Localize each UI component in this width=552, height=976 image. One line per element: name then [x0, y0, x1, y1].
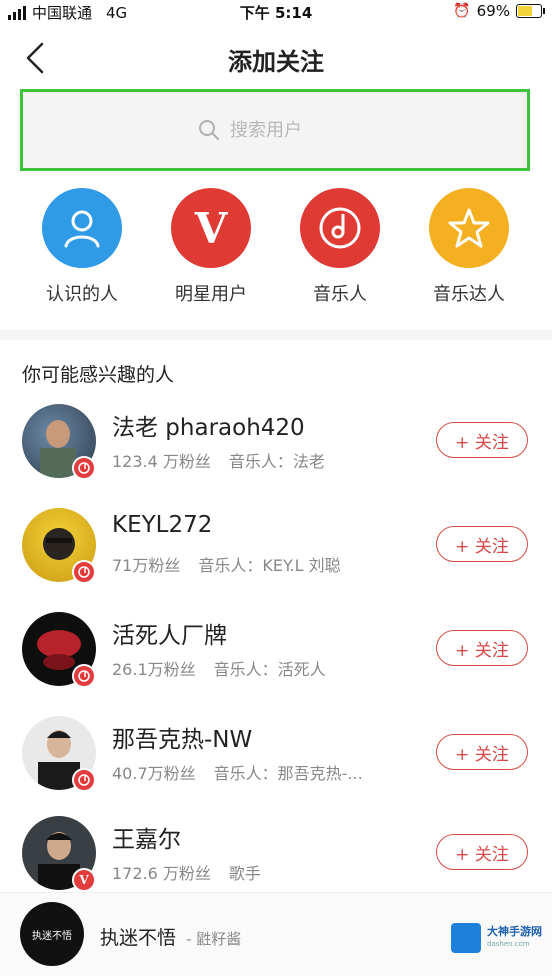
category-row: 认识的人 V 明星用户 音乐人 音乐达人: [0, 188, 552, 308]
category-label: 音乐达人: [433, 284, 505, 305]
list-item[interactable]: 法老 pharaoh420 123.4 万粉丝 音乐人：法老 + 关注: [0, 404, 552, 504]
user-tag: 音乐人：那吾克热-...: [213, 764, 363, 783]
v-icon: V: [171, 188, 251, 268]
user-name: 法老 pharaoh420: [112, 415, 305, 441]
category-musicians[interactable]: 音乐人: [276, 188, 404, 306]
watermark: 大神手游网 dashen.com: [451, 923, 542, 953]
search-icon: [199, 120, 219, 140]
user-meta: 172.6 万粉丝 歌手: [112, 860, 261, 884]
alarm-icon: ⏰: [453, 3, 471, 19]
user-tag: 音乐人：法老: [228, 452, 325, 471]
user-tag: 音乐人：活死人: [213, 660, 326, 679]
status-bar: 中国联通 4G 下午 5:14 ⏰ 69%: [0, 0, 552, 24]
musician-badge-icon: [72, 456, 96, 480]
category-label: 认识的人: [46, 284, 118, 305]
follow-button[interactable]: + 关注: [436, 734, 528, 770]
list-item[interactable]: 活死人厂牌 26.1万粉丝 音乐人：活死人 + 关注: [0, 612, 552, 712]
fans-count: 40.7万粉丝: [112, 764, 196, 783]
follow-button[interactable]: + 关注: [436, 422, 528, 458]
watermark-name: 大神手游网: [487, 925, 542, 938]
navigation-bar: 添加关注: [0, 28, 552, 88]
follow-button[interactable]: + 关注: [436, 630, 528, 666]
section-divider: [0, 330, 552, 340]
note-circle-icon: [300, 188, 380, 268]
watermark-logo-icon: [451, 923, 481, 953]
fans-count: 26.1万粉丝: [112, 660, 196, 679]
user-meta: 40.7万粉丝 音乐人：那吾克热-...: [112, 760, 363, 784]
user-meta: 26.1万粉丝 音乐人：活死人: [112, 656, 326, 680]
now-playing[interactable]: 执迷不悟 - 鼪籽酱: [100, 923, 241, 950]
category-label: 明星用户: [175, 284, 247, 305]
category-label: 音乐人: [313, 284, 367, 305]
user-name: 活死人厂牌: [112, 623, 227, 649]
song-artist: - 鼪籽酱: [186, 930, 242, 948]
category-acquaintances[interactable]: 认识的人: [18, 188, 146, 306]
musician-badge-icon: [72, 768, 96, 792]
verified-v-badge-icon: V: [72, 868, 96, 892]
user-meta: 71万粉丝 音乐人：KEY.L 刘聪: [112, 552, 341, 576]
musician-badge-icon: [72, 664, 96, 688]
follow-button[interactable]: + 关注: [436, 834, 528, 870]
song-title: 执迷不悟: [100, 927, 177, 949]
category-celebrities[interactable]: V 明星用户: [147, 188, 275, 306]
musician-badge-icon: [72, 560, 96, 584]
list-item[interactable]: KEYL272 71万粉丝 音乐人：KEY.L 刘聪 + 关注: [0, 508, 552, 608]
page-title: 添加关注: [228, 48, 324, 76]
star-icon: [429, 188, 509, 268]
user-name: 那吾克热-NW: [112, 727, 253, 753]
user-name: KEYL272: [112, 512, 213, 538]
watermark-url: dashen.com: [487, 940, 530, 948]
user-tag: 歌手: [228, 864, 261, 883]
section-title: 你可能感兴趣的人: [22, 364, 175, 386]
battery-percent: 69%: [476, 2, 510, 20]
search-highlight: [20, 89, 530, 171]
search-input[interactable]: [228, 118, 352, 142]
user-tag: 音乐人：KEY.L 刘聪: [198, 556, 341, 575]
user-meta: 123.4 万粉丝 音乐人：法老: [112, 448, 325, 472]
fans-count: 123.4 万粉丝: [112, 452, 211, 471]
person-icon: [42, 188, 122, 268]
list-item[interactable]: 那吾克热-NW 40.7万粉丝 音乐人：那吾克热-... + 关注: [0, 716, 552, 816]
battery-icon: [516, 4, 545, 18]
fans-count: 71万粉丝: [112, 556, 181, 575]
follow-button[interactable]: + 关注: [436, 526, 528, 562]
category-music-experts[interactable]: 音乐达人: [405, 188, 533, 306]
search-box[interactable]: [31, 104, 519, 156]
mini-player[interactable]: 执迷不悟 执迷不悟 - 鼪籽酱 大神手游网 dashen.com: [0, 892, 552, 976]
user-name: 王嘉尔: [112, 827, 181, 853]
fans-count: 172.6 万粉丝: [112, 864, 211, 883]
album-cover[interactable]: 执迷不悟: [20, 902, 84, 966]
